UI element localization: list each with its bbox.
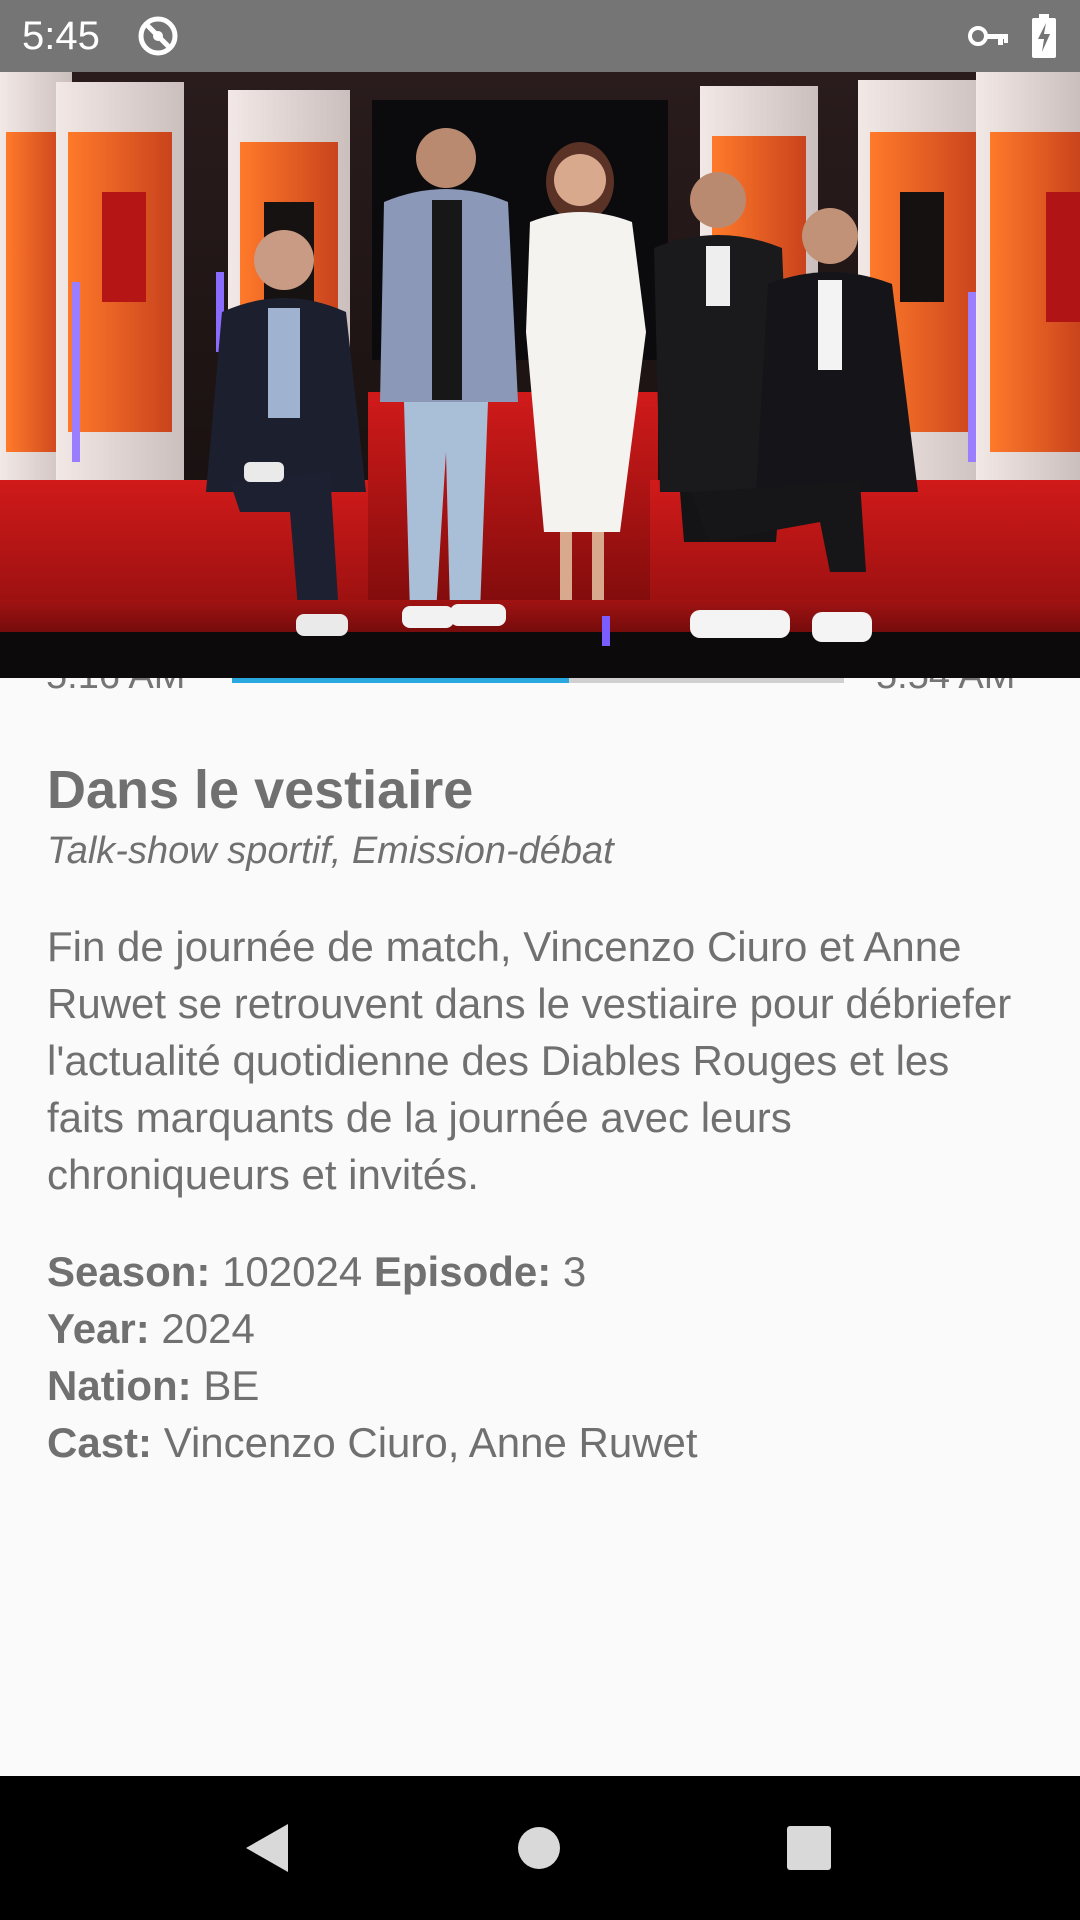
cast-label: Cast: [47,1419,153,1466]
year-label: Year: [47,1305,150,1352]
program-title: Dans le vestiaire [47,760,474,820]
program-details: Dans le vestiaire Talk-show sportif, Emi… [47,750,1037,1471]
progress-fill [232,678,569,683]
year-row: Year: 2024 [47,1300,1037,1357]
hero-image [0,72,1080,678]
nation-value: BE [203,1362,260,1409]
progress-bar [232,678,844,683]
episode-value: 3 [562,1248,587,1295]
cast-row: Cast: Vincenzo Ciuro, Anne Ruwet [47,1414,1037,1471]
episode-label: Episode: [373,1248,552,1295]
home-icon[interactable] [503,1812,575,1884]
navigation-bar [0,1776,1080,1920]
recents-icon[interactable] [773,1812,845,1884]
do-not-disturb-icon [138,16,178,56]
season-value: 102024 [222,1248,363,1295]
status-time: 5:45 [22,14,100,58]
hero-image-bottom [0,600,1080,678]
season-label: Season: [47,1248,211,1295]
season-episode-row: Season: 102024 Episode: 3 [47,1243,1037,1300]
battery-charging-icon [1032,14,1056,58]
status-bar: 5:45 [0,0,1080,72]
back-icon[interactable] [230,1812,302,1884]
screen: 5:45 Dans le vestiaire Talk-show sportif… [0,0,1080,1920]
program-metadata: Season: 102024 Episode: 3 Year: 2024 Nat… [47,1243,1037,1471]
year-value: 2024 [161,1305,255,1352]
nation-row: Nation: BE [47,1357,1037,1414]
vpn-key-icon [968,26,1008,46]
program-genres: Talk-show sportif, Emission-débat [47,830,614,872]
cast-value: Vincenzo Ciuro, Anne Ruwet [163,1419,698,1466]
program-description: Fin de journée de match, Vincenzo Ciuro … [47,923,1012,1198]
nation-label: Nation: [47,1362,192,1409]
